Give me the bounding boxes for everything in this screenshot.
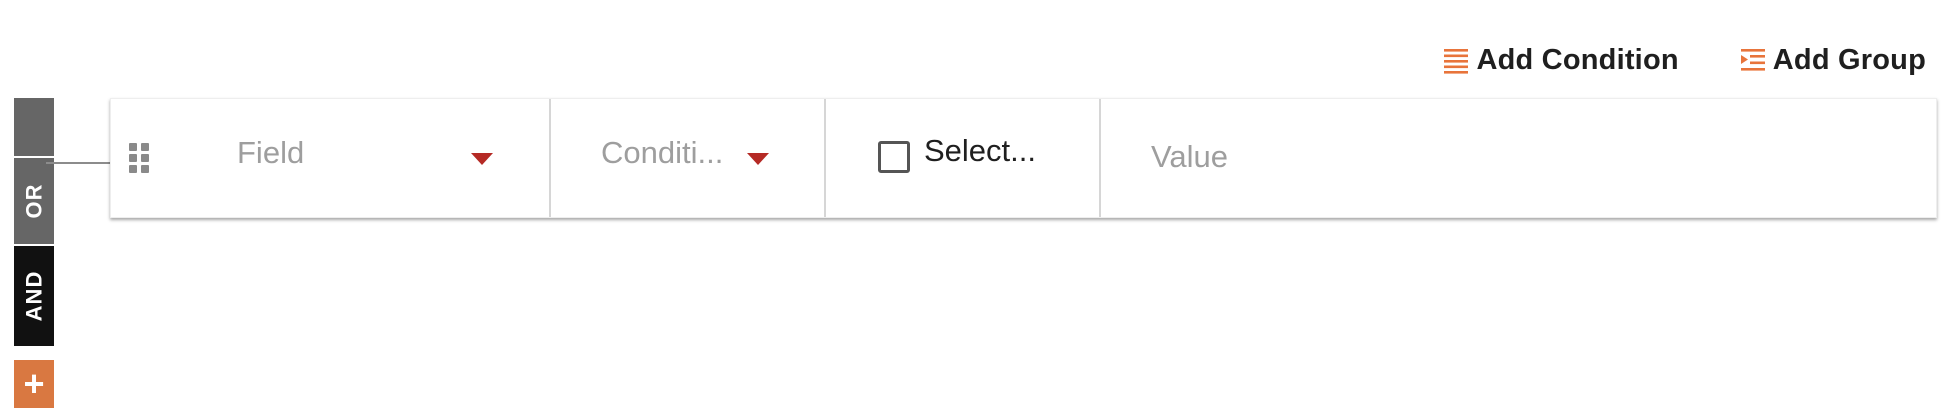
or-toggle[interactable]: OR [14,158,54,244]
condition-dropdown[interactable]: Conditi... [601,135,723,171]
value-input[interactable]: Value [1151,139,1228,175]
field-cell: Field [111,99,551,217]
and-label: AND [21,270,47,322]
indent-list-icon [1739,46,1767,74]
add-group-button[interactable]: Add Group [1739,44,1926,77]
list-lines-icon [1442,46,1470,74]
condition-dropdown-caret-icon[interactable] [747,153,769,165]
group-logic-bar: OR AND + [14,98,54,408]
field-dropdown[interactable]: Field [237,135,304,171]
connector-line [46,162,110,164]
condition-row: Field Conditi... Select... Value [110,98,1937,218]
add-rule-button[interactable]: + [14,360,54,408]
add-condition-label: Add Condition [1476,43,1679,76]
select-label[interactable]: Select... [924,133,1036,169]
add-group-label: Add Group [1772,43,1926,76]
or-label: OR [21,183,46,219]
and-toggle[interactable]: AND [14,246,54,346]
condition-cell: Conditi... [551,99,826,217]
toolbar: Add Condition Add Group [1382,36,1926,84]
select-checkbox[interactable] [878,141,910,173]
select-cell: Select... [826,99,1101,217]
group-bar-top [14,98,54,156]
value-cell: Value [1101,99,1936,217]
plus-icon: + [23,363,45,404]
drag-handle-icon[interactable] [129,143,151,173]
field-dropdown-caret-icon[interactable] [471,153,493,165]
add-condition-button[interactable]: Add Condition [1442,43,1679,77]
